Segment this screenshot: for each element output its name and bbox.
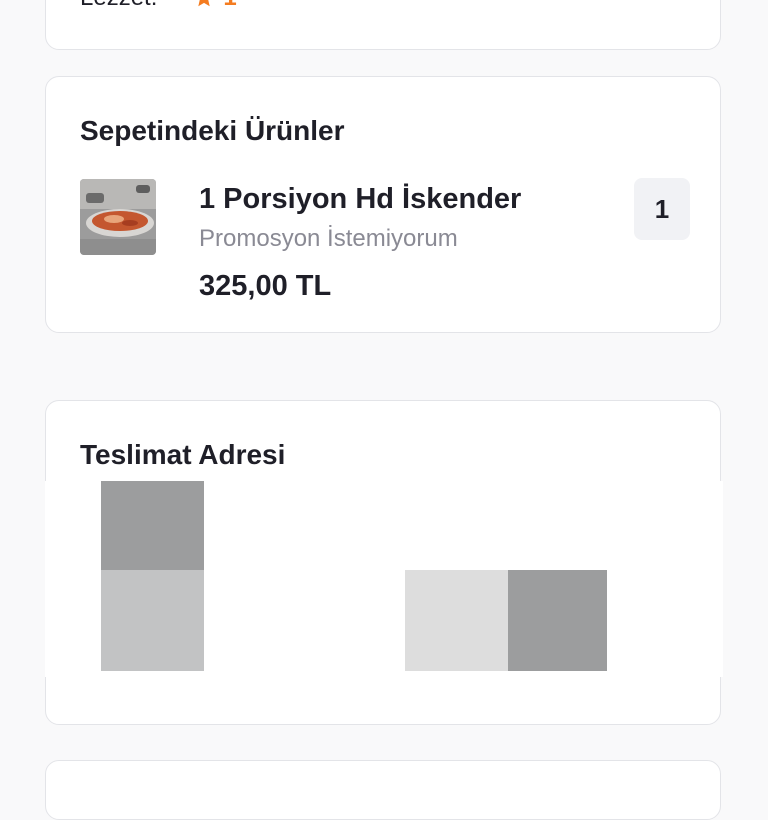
- item-price: 325,00 TL: [199, 270, 332, 302]
- rating-label: Lezzet:: [80, 0, 157, 12]
- rating-card: Lezzet: 1: [45, 0, 721, 50]
- quantity-badge[interactable]: 1: [634, 178, 690, 240]
- placeholder-block: [508, 570, 607, 671]
- food-image: [80, 179, 156, 255]
- next-card: [45, 760, 721, 820]
- basket-title: Sepetindeki Ürünler: [80, 115, 345, 146]
- basket-card: Sepetindeki Ürünler 1 Porsiyon Hd İskend…: [45, 76, 721, 333]
- item-name: 1 Porsiyon Hd İskender: [199, 183, 522, 215]
- rating-row: Lezzet: 1: [80, 0, 237, 13]
- star-icon: [193, 0, 215, 9]
- placeholder-block: [101, 481, 204, 570]
- rating-value: 1: [223, 0, 236, 12]
- item-option: Promosyon İstemiyorum: [199, 225, 458, 252]
- placeholder-block: [405, 570, 508, 671]
- address-map-placeholder: [45, 481, 723, 677]
- placeholder-block: [101, 570, 204, 671]
- address-title: Teslimat Adresi: [80, 439, 286, 470]
